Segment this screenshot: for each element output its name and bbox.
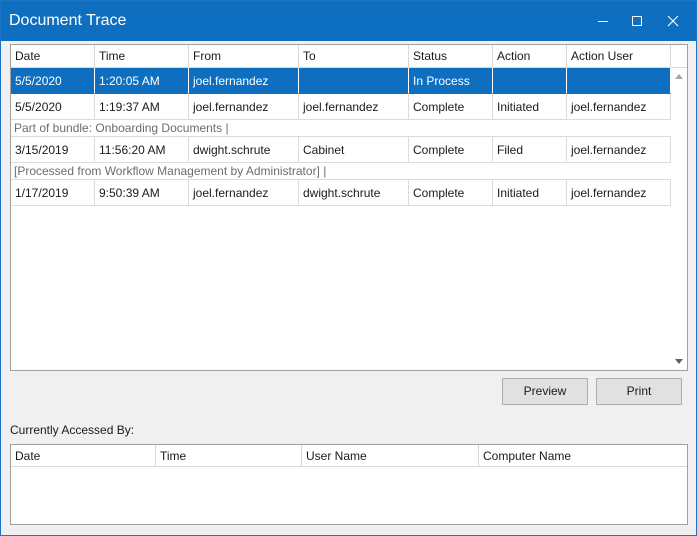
window-title: Document Trace xyxy=(9,12,127,29)
title-bar[interactable]: Document Trace xyxy=(1,1,696,41)
cell-status: In Process xyxy=(409,68,493,94)
scroll-up-arrow-icon[interactable] xyxy=(675,74,683,79)
cell-date: 5/5/2020 xyxy=(11,68,95,94)
print-button[interactable]: Print xyxy=(596,378,682,405)
cell-action-user xyxy=(567,68,671,94)
cell-time: 1:20:05 AM xyxy=(95,68,189,94)
column-header-status[interactable]: Status xyxy=(409,45,493,67)
minimize-icon xyxy=(598,21,608,22)
maximize-icon xyxy=(632,16,642,26)
cell-from: joel.fernandez xyxy=(189,94,299,120)
cell-action: Initiated xyxy=(493,94,567,120)
cell-status: Complete xyxy=(409,180,493,206)
table-row-selected[interactable]: 5/5/2020 1:20:05 AM joel.fernandez In Pr… xyxy=(11,68,671,94)
close-icon xyxy=(667,15,679,27)
cell-action-user: joel.fernandez xyxy=(567,94,671,120)
minimize-button[interactable] xyxy=(585,1,621,41)
cell-from: joel.fernandez xyxy=(189,68,299,94)
cell-date: 3/15/2019 xyxy=(11,137,95,163)
cell-action: Filed xyxy=(493,137,567,163)
maximize-button[interactable] xyxy=(619,1,655,41)
table-row[interactable]: 3/15/2019 11:56:20 AM dwight.schrute Cab… xyxy=(11,137,671,163)
row-note-bundle: Part of bundle: Onboarding Documents | xyxy=(11,120,671,137)
cell-date: 1/17/2019 xyxy=(11,180,95,206)
document-trace-window: Document Trace Date Time From To Status … xyxy=(0,0,697,536)
column-header-computer-name[interactable]: Computer Name xyxy=(479,445,687,467)
cell-to: Cabinet xyxy=(299,137,409,163)
column-header-action-user[interactable]: Action User xyxy=(567,45,671,67)
table-row[interactable]: 5/5/2020 1:19:37 AM joel.fernandez joel.… xyxy=(11,94,671,120)
cell-time: 1:19:37 AM xyxy=(95,94,189,120)
column-header-from[interactable]: From xyxy=(189,45,299,67)
cell-to: dwight.schrute xyxy=(299,180,409,206)
scroll-down-arrow-icon[interactable] xyxy=(675,359,683,364)
accessed-grid[interactable]: Date Time User Name Computer Name xyxy=(10,444,688,525)
column-header-to[interactable]: To xyxy=(299,45,409,67)
column-header-action[interactable]: Action xyxy=(493,45,567,67)
vertical-scrollbar[interactable] xyxy=(671,68,687,370)
cell-action-user: joel.fernandez xyxy=(567,180,671,206)
cell-time: 11:56:20 AM xyxy=(95,137,189,163)
table-row[interactable]: 1/17/2019 9:50:39 AM joel.fernandez dwig… xyxy=(11,180,671,206)
cell-date: 5/5/2020 xyxy=(11,94,95,120)
column-header-date[interactable]: Date xyxy=(11,445,156,467)
cell-action: Initiated xyxy=(493,180,567,206)
column-header-user-name[interactable]: User Name xyxy=(302,445,479,467)
cell-action-user: joel.fernandez xyxy=(567,137,671,163)
cell-status: Complete xyxy=(409,137,493,163)
trace-grid-header: Date Time From To Status Action Action U… xyxy=(11,45,687,68)
trace-grid[interactable]: Date Time From To Status Action Action U… xyxy=(10,44,688,371)
row-note-workflow: [Processed from Workflow Management by A… xyxy=(11,163,671,180)
column-header-time[interactable]: Time xyxy=(156,445,302,467)
preview-button[interactable]: Preview xyxy=(502,378,588,405)
cell-from: dwight.schrute xyxy=(189,137,299,163)
accessed-grid-header: Date Time User Name Computer Name xyxy=(11,445,687,467)
window-content: Date Time From To Status Action Action U… xyxy=(1,41,696,535)
cell-time: 9:50:39 AM xyxy=(95,180,189,206)
column-header-time[interactable]: Time xyxy=(95,45,189,67)
cell-to xyxy=(299,68,409,94)
close-button[interactable] xyxy=(655,1,691,41)
currently-accessed-label: Currently Accessed By: xyxy=(10,423,135,437)
cell-from: joel.fernandez xyxy=(189,180,299,206)
cell-to: joel.fernandez xyxy=(299,94,409,120)
cell-status: Complete xyxy=(409,94,493,120)
column-header-date[interactable]: Date xyxy=(11,45,95,67)
cell-action xyxy=(493,68,567,94)
